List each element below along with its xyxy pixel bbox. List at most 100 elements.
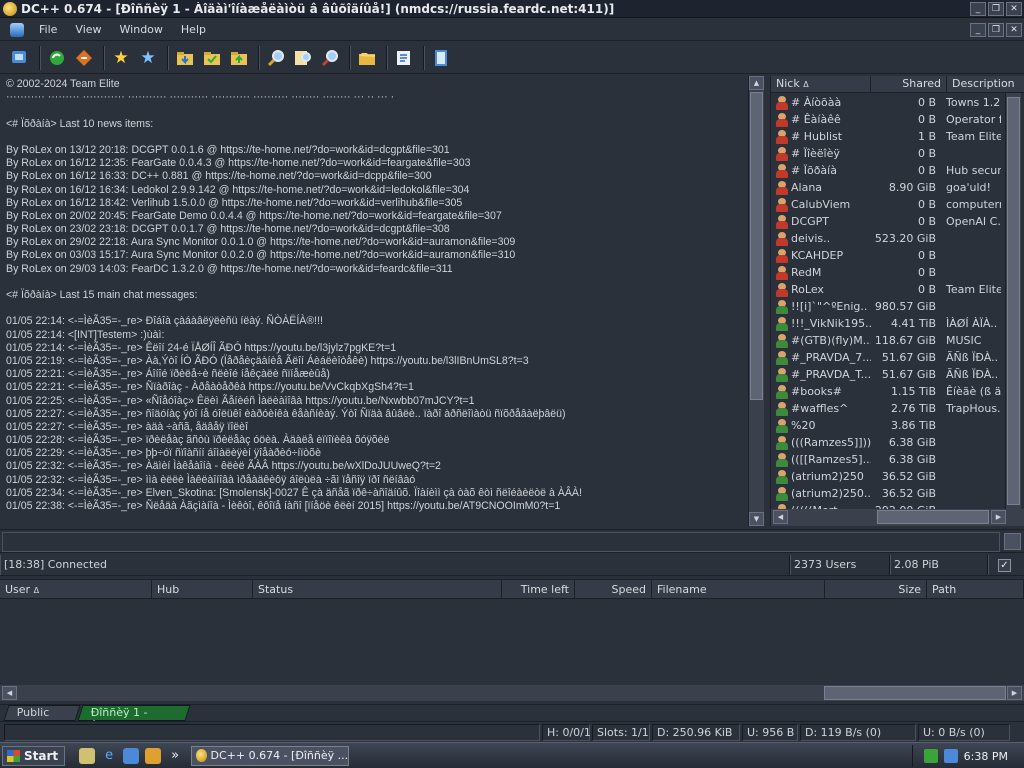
chat-line: 01/05 22:38: <-=ÌèÃ35=-_re> Ñëåäà Àãçìàí… [6, 500, 561, 512]
menu-help[interactable]: Help [172, 23, 215, 36]
column-speed[interactable]: Speed [575, 580, 652, 598]
column-time-left[interactable]: Time left [502, 580, 575, 598]
chat-line: By RoLex on 23/02 23:18: DCGPT 0.0.1.7 @… [6, 223, 450, 236]
user-row[interactable]: CalubViem 0 B computern. [771, 196, 1005, 213]
user-nick: deivis.. [791, 232, 831, 245]
chat-scrollbar[interactable]: ▲ ▼ [748, 76, 764, 526]
child-restore-button[interactable]: ❐ [988, 22, 1004, 37]
column-user[interactable]: User Δ [0, 580, 152, 598]
user-row[interactable]: (((Ramzes5]])) 6.38 GiB [771, 434, 1005, 451]
child-minimize-button[interactable]: _ [970, 22, 986, 37]
notepad-icon[interactable] [429, 46, 453, 70]
user-row[interactable]: #(GTB)(fly)M... 118.67 GiB MUSIC [771, 332, 1005, 349]
restore-button[interactable]: ❐ [988, 1, 1004, 16]
hscroll-left-arrow[interactable]: ◀ [2, 686, 17, 700]
menu-view[interactable]: View [66, 23, 110, 36]
user-row[interactable]: KCAHDEP 0 B [771, 247, 1005, 264]
user-row[interactable]: RoLex 0 B Team Elite [771, 281, 1005, 298]
user-list-hscrollbar[interactable]: ◀ ▶ [771, 509, 1024, 526]
main-chat-area[interactable]: © 2002-2024 Team Elite ··········· ······… [0, 76, 748, 526]
quick-launch-chevron-icon[interactable]: » [167, 748, 183, 764]
user-row[interactable]: RedM 0 B [771, 264, 1005, 281]
column-nick[interactable]: Nick Δ [771, 76, 871, 92]
hscroll-thumb[interactable] [824, 686, 1006, 700]
user-row[interactable]: (atrium2)250... 36.52 GiB [771, 485, 1005, 502]
hscroll-left-arrow[interactable]: ◀ [773, 510, 788, 524]
user-row[interactable]: # Hublist 1 B Team Elite. [771, 128, 1005, 145]
user-shared: 36.52 GiB [881, 487, 936, 500]
menu-window[interactable]: Window [111, 23, 172, 36]
expand-input-button[interactable] [1004, 533, 1021, 550]
user-row[interactable]: #books# 1.15 TiB Êíèãè (ß ä.. [771, 383, 1005, 400]
adl-search-icon[interactable] [291, 46, 315, 70]
download-queue-icon[interactable] [173, 46, 197, 70]
mdi-child-icon[interactable] [10, 22, 24, 37]
outlook-icon[interactable] [123, 747, 140, 764]
status-upload-rate: U: 0 B/s (0) [918, 724, 1010, 741]
hscroll-right-arrow[interactable]: ▶ [991, 510, 1006, 524]
column-description[interactable]: Description [947, 76, 1024, 92]
user-row[interactable]: deivis.. 523.20 GiB [771, 230, 1005, 247]
user-list-vscrollbar[interactable] [1005, 93, 1021, 509]
column-shared[interactable]: Shared [871, 76, 947, 92]
windows-flag-icon [7, 749, 20, 762]
child-close-button[interactable]: ✕ [1006, 22, 1022, 37]
show-userlist-checkbox[interactable]: ✓ [988, 555, 1024, 575]
user-row[interactable]: #waffles^ 2.76 TiB TrapHous.. [771, 400, 1005, 417]
menu-file[interactable]: File [30, 23, 66, 36]
search-icon[interactable] [264, 46, 288, 70]
user-row[interactable]: DCGPT 0 B OpenAI C.. [771, 213, 1005, 230]
upload-queue-icon[interactable] [227, 46, 251, 70]
favorite-hubs-icon[interactable]: ★ [109, 46, 133, 70]
tab-public-hubs[interactable]: Public Hubs [3, 705, 81, 733]
favorite-users-icon[interactable]: ★ [136, 46, 160, 70]
search-spy-icon[interactable] [318, 46, 342, 70]
minimize-button[interactable]: _ [970, 1, 986, 16]
reconnect-icon[interactable] [45, 46, 69, 70]
hscroll-thumb[interactable] [877, 510, 989, 524]
internet-explorer-icon[interactable]: e [101, 748, 117, 764]
volume-tray-icon[interactable] [943, 749, 958, 763]
show-desktop-icon[interactable] [79, 747, 96, 764]
column-path[interactable]: Path [927, 580, 1024, 598]
finished-downloads-icon[interactable] [200, 46, 224, 70]
user-row[interactable]: # Ïîèëîèÿ 0 B [771, 145, 1005, 162]
scroll-thumb[interactable] [750, 92, 763, 400]
user-row[interactable]: # Ïõðàíà 0 B Hub securi [771, 162, 1005, 179]
user-row[interactable]: (([[Ramzes5]... 6.38 GiB [771, 451, 1005, 468]
user-row[interactable]: # Àíòõàà 0 B Towns 1.2. [771, 94, 1005, 111]
operator-icon [775, 197, 789, 212]
transfers-hscrollbar[interactable]: ◀ ▶ [0, 685, 1024, 701]
chat-input[interactable] [2, 532, 1000, 552]
user-scroll-thumb[interactable] [1007, 97, 1020, 505]
tab-hub-russia[interactable]: Ðîññèÿ 1 - Àîäàì.. [77, 705, 191, 733]
user-row[interactable]: #_PRAVDA_T... 51.67 GiB ÃÑß ÏÐÀ.. [771, 366, 1005, 383]
open-file-list-icon[interactable] [355, 46, 379, 70]
scroll-down-arrow[interactable]: ▼ [749, 512, 764, 526]
network-tray-icon[interactable] [923, 749, 938, 763]
column-filename[interactable]: Filename [652, 580, 825, 598]
user-row[interactable]: # Êàíàêê 0 B Operator f. [771, 111, 1005, 128]
user-row[interactable]: !!!_VikNik195.. 4.41 TiB ÌÀØÍ ÀÏÀ.. [771, 315, 1005, 332]
column-hub[interactable]: Hub [152, 580, 253, 598]
chat-line: By RoLex on 16/12 16:33: DC++ 0.881 @ ht… [6, 170, 432, 183]
user-row[interactable]: %20 3.86 TiB [771, 417, 1005, 434]
follow-redirect-icon[interactable] [72, 46, 96, 70]
chat-input-bar [0, 529, 1024, 553]
user-row[interactable]: (atrium2)250 36.52 GiB [771, 468, 1005, 485]
chat-line: By RoLex on 29/02 22:18: Aura Sync Monit… [6, 236, 516, 249]
connect-icon[interactable] [8, 46, 32, 70]
column-status[interactable]: Status [253, 580, 502, 598]
user-nick: CalubViem [791, 198, 851, 211]
media-player-icon[interactable] [145, 747, 162, 764]
user-row[interactable]: #_PRAVDA_7... 51.67 GiB ÃÑß ÏÐÀ.. [771, 349, 1005, 366]
settings-icon[interactable] [392, 46, 416, 70]
hscroll-right-arrow[interactable]: ▶ [1007, 686, 1022, 700]
taskbar-dcpp-button[interactable]: DC++ 0.674 - [Ðîññèÿ ... [191, 745, 350, 766]
user-row[interactable]: !![i]`"^ºEnig.. 980.57 GiB [771, 298, 1005, 315]
column-size[interactable]: Size [825, 580, 927, 598]
start-button[interactable]: Start [2, 745, 66, 766]
user-row[interactable]: Alana 8.90 GiB goa'uld! [771, 179, 1005, 196]
close-button[interactable]: ✕ [1006, 1, 1022, 16]
scroll-up-arrow[interactable]: ▲ [749, 76, 764, 90]
